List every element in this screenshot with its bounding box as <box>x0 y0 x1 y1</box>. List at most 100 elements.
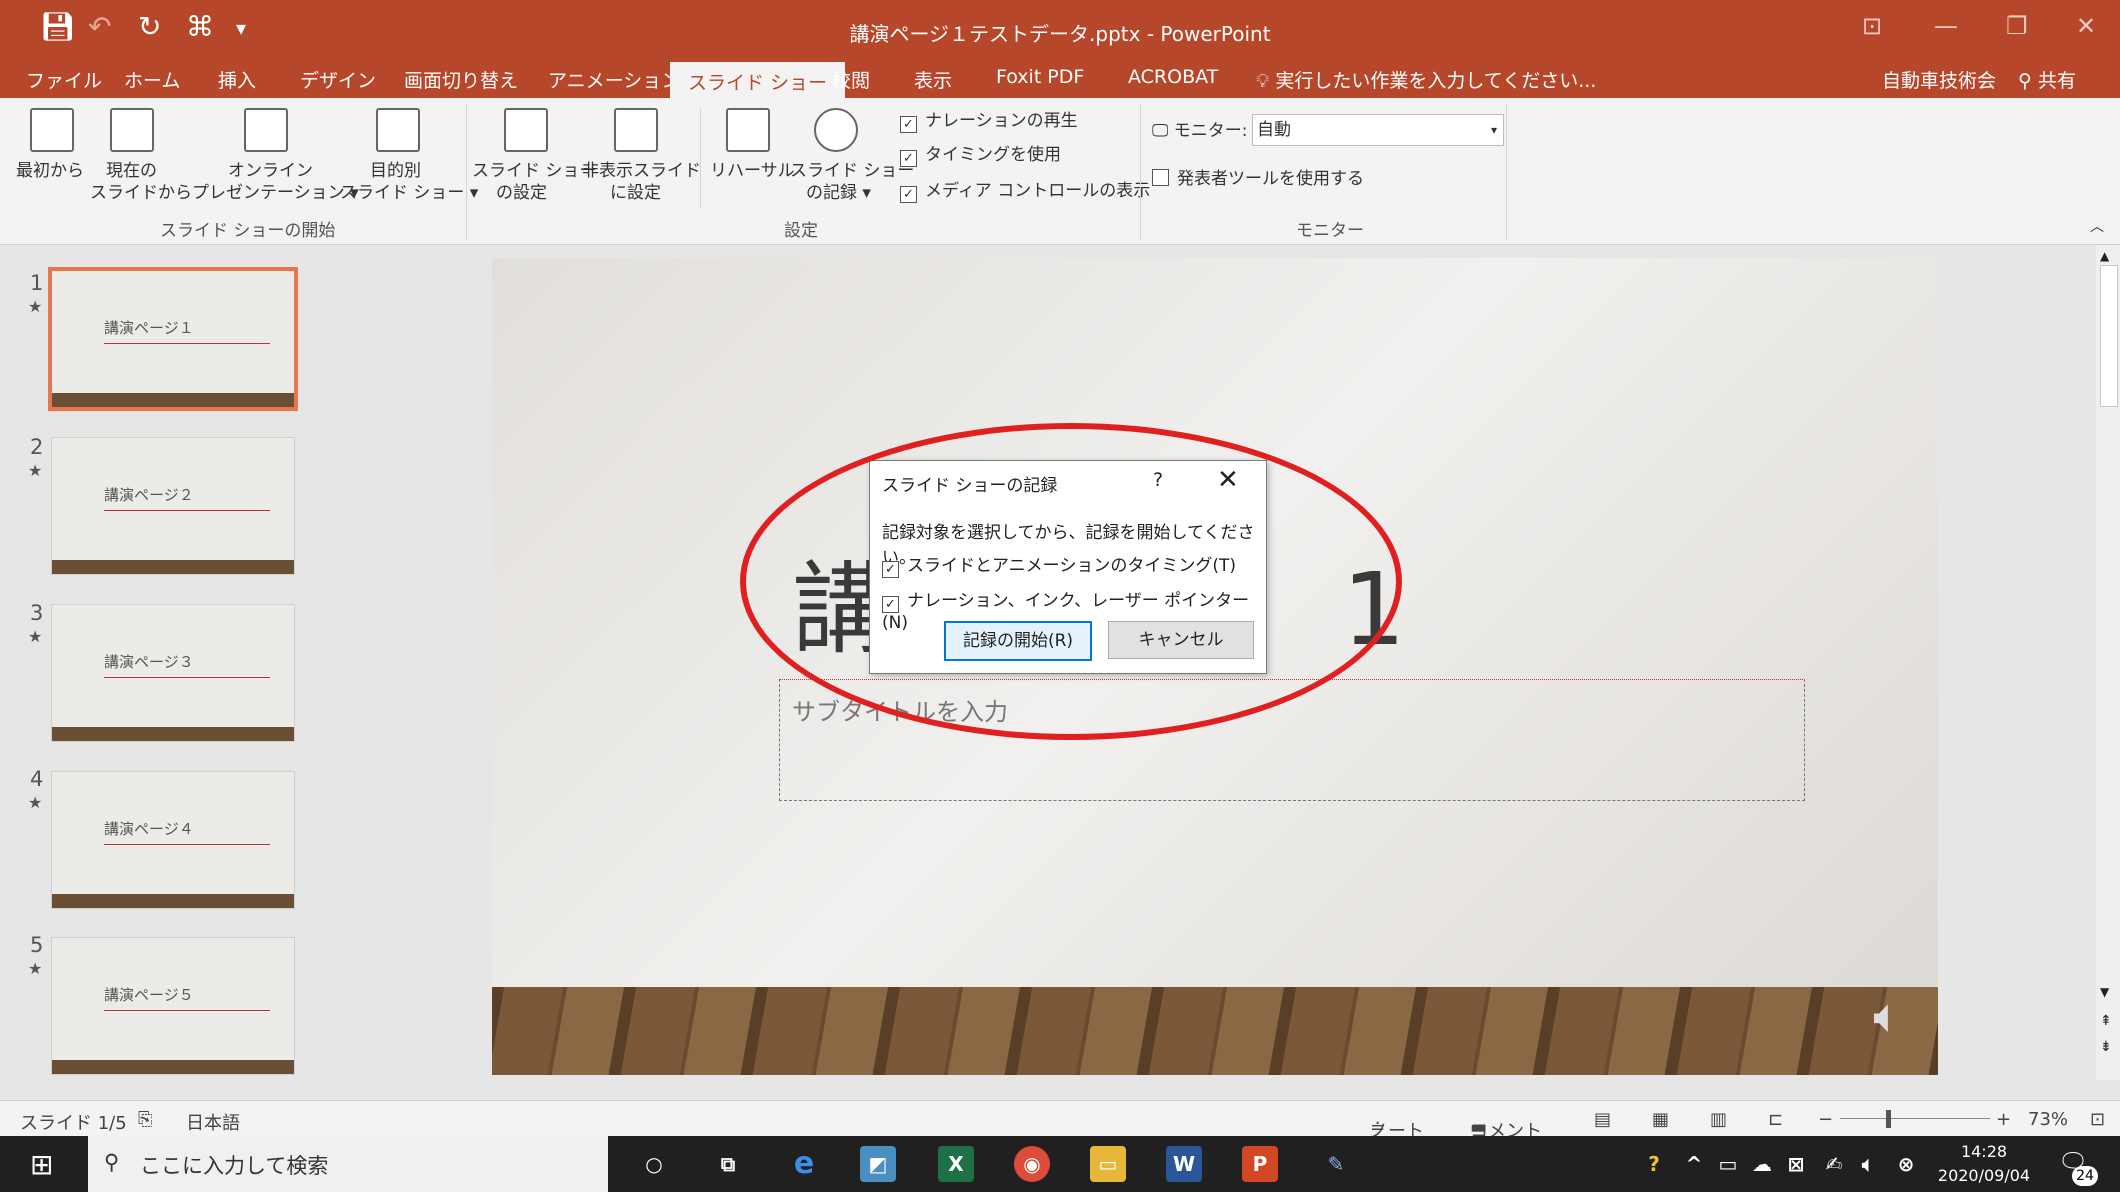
rehearse-icon[interactable] <box>726 108 770 152</box>
record-label-2[interactable]: の記録 ▾ <box>806 182 871 204</box>
subtitle-placeholder[interactable]: サブタイトルを入力 <box>779 679 1805 801</box>
battery-icon[interactable]: ▭ <box>1710 1146 1746 1182</box>
zoom-in-icon[interactable]: + <box>1996 1109 2011 1130</box>
app-icon[interactable]: ◩ <box>860 1146 896 1182</box>
online-present-icon[interactable] <box>244 108 288 152</box>
show-hidden-icons[interactable]: ^ <box>1676 1146 1712 1182</box>
from-beginning-button[interactable]: 最初から <box>16 160 84 182</box>
scroll-up-icon[interactable]: ▲ <box>2100 249 2109 263</box>
slideshow-view-icon[interactable]: ⊏ <box>1768 1109 1783 1130</box>
custom-label-1[interactable]: 目的別 <box>370 160 421 182</box>
zoom-level[interactable]: 73% <box>2028 1109 2068 1130</box>
previous-slide-icon[interactable]: ⇞ <box>2100 1013 2112 1029</box>
tab-review[interactable]: 校閲 <box>832 66 870 93</box>
onedrive-icon[interactable]: ☁ <box>1744 1146 1780 1182</box>
from-current-label-2[interactable]: スライドから <box>90 182 192 204</box>
word-icon[interactable]: W <box>1166 1146 1202 1182</box>
start-recording-button[interactable]: 記録の開始(R) <box>944 621 1092 661</box>
from-current-label-1[interactable]: 現在の <box>106 160 157 182</box>
close-button[interactable]: ✕ <box>2076 12 2096 40</box>
zoom-slider-handle[interactable] <box>1886 1110 1891 1128</box>
monitor-select[interactable]: 自動 ▾ <box>1252 114 1504 146</box>
play-narrations-checkbox[interactable]: ✓ ナレーションの再生 <box>900 110 1078 133</box>
tab-transitions[interactable]: 画面切り替え <box>404 66 518 93</box>
rehearse-button[interactable]: リハーサル <box>710 160 795 182</box>
setup-label-2[interactable]: の設定 <box>496 182 547 204</box>
ribbon-options-icon[interactable]: ⊡ <box>1862 12 1882 40</box>
timings-checkbox[interactable]: ✓ スライドとアニメーションのタイミング(T) <box>882 551 1236 578</box>
language-indicator[interactable]: 日本語 <box>186 1109 240 1135</box>
pen-icon[interactable]: ✍ <box>1816 1146 1852 1182</box>
zoom-out-icon[interactable]: − <box>1818 1109 1833 1130</box>
powerpoint-icon[interactable]: P <box>1242 1146 1278 1182</box>
hide-label-1[interactable]: 非表示スライド <box>582 160 701 182</box>
custom-show-icon[interactable] <box>376 108 420 152</box>
tab-insert[interactable]: 挿入 <box>218 66 256 93</box>
cortana-icon[interactable]: ○ <box>636 1146 672 1182</box>
chrome-icon[interactable]: ◉ <box>1014 1146 1050 1182</box>
ime-icon[interactable]: ⊗ <box>1888 1146 1924 1182</box>
slide-thumbnail[interactable]: 講演ページ２ <box>52 438 294 574</box>
person-icon: ⚲ <box>2018 70 2038 92</box>
presenter-view-checkbox[interactable]: 発表者ツールを使用する <box>1152 168 1364 190</box>
file-explorer-icon[interactable]: ▭ <box>1090 1146 1126 1182</box>
setup-show-icon[interactable] <box>504 108 548 152</box>
tab-file[interactable]: ファイル <box>26 66 102 93</box>
thumb-number: 4 <box>30 767 44 791</box>
record-label-1[interactable]: スライド ショー <box>790 160 914 182</box>
online-label-1[interactable]: オンライン <box>228 160 313 182</box>
use-timings-checkbox[interactable]: ✓ タイミングを使用 <box>900 144 1061 167</box>
help-button[interactable]: ? <box>1153 469 1163 491</box>
tab-view[interactable]: 表示 <box>914 66 952 93</box>
online-label-2[interactable]: プレゼンテーション ▾ <box>192 182 359 204</box>
media-controls-checkbox[interactable]: ✓ メディア コントロールの表示 <box>900 180 1150 203</box>
fit-slide-icon[interactable]: ⊡ <box>2090 1109 2105 1130</box>
dialog-close-button[interactable]: ✕ <box>1217 465 1239 495</box>
slide-sorter-icon[interactable]: ▦ <box>1652 1109 1669 1130</box>
task-view-icon[interactable]: ⧉ <box>710 1146 746 1182</box>
tab-home[interactable]: ホーム <box>124 66 180 93</box>
spellcheck-icon[interactable]: ⎘ <box>138 1109 152 1130</box>
tab-acrobat[interactable]: ACROBAT <box>1128 66 1218 88</box>
record-slideshow-dialog: スライド ショーの記録 ? ✕ 記録対象を選択してから、記録を開始してください。… <box>869 460 1267 674</box>
play-from-start-icon[interactable] <box>30 108 74 152</box>
cancel-button[interactable]: キャンセル <box>1108 621 1254 659</box>
minimize-button[interactable]: — <box>1934 12 1958 40</box>
slide-thumbnail[interactable]: 講演ページ３ <box>52 605 294 741</box>
windows-start-icon[interactable]: ⊞ <box>30 1148 53 1181</box>
paint-icon[interactable]: ✎ <box>1318 1146 1354 1182</box>
scroll-down-icon[interactable]: ▼ <box>2100 985 2109 999</box>
hide-label-2[interactable]: に設定 <box>610 182 661 204</box>
setup-label-1[interactable]: スライド ショー <box>472 160 596 182</box>
slide-thumbnail[interactable]: 講演ページ１ <box>52 271 294 407</box>
hide-slide-icon[interactable] <box>614 108 658 152</box>
slide-thumbnail[interactable]: 講演ページ５ <box>52 938 294 1074</box>
tell-me-input[interactable]: 💡︎ 実行したい作業を入力してください... <box>1256 66 1596 93</box>
collapse-ribbon-icon[interactable]: ︿ <box>2090 216 2104 238</box>
volume-icon[interactable]: 🔈︎ <box>1850 1146 1886 1182</box>
next-slide-icon[interactable]: ⇟ <box>2100 1039 2112 1055</box>
tab-design[interactable]: デザイン <box>300 66 376 93</box>
tab-foxit-pdf[interactable]: Foxit PDF <box>996 66 1084 88</box>
clock[interactable]: 14:28 2020/09/04 <box>1936 1140 2032 1188</box>
restore-button[interactable]: ❐ <box>2006 12 2028 40</box>
share-button[interactable]: ⚲ 共有 <box>2018 66 2076 93</box>
edge-icon[interactable]: e <box>786 1146 822 1182</box>
reading-view-icon[interactable]: ▥ <box>1710 1109 1727 1130</box>
help-tray-icon[interactable]: ? <box>1636 1146 1672 1182</box>
slide-thumbnail[interactable]: 講演ページ４ <box>52 772 294 908</box>
scroll-thumb[interactable] <box>2100 265 2118 407</box>
tab-animations[interactable]: アニメーション <box>548 66 680 93</box>
zoom-slider[interactable] <box>1840 1118 1990 1119</box>
taskbar-search[interactable]: ⚲ ここに入力して検索 <box>88 1136 608 1192</box>
excel-icon[interactable]: X <box>938 1146 974 1182</box>
account-name[interactable]: 自動車技術会 <box>1882 66 1996 93</box>
normal-view-icon[interactable]: ▤ <box>1594 1109 1611 1130</box>
network-icon[interactable]: ⊠ <box>1778 1146 1814 1182</box>
play-from-current-icon[interactable] <box>110 108 154 152</box>
window-title: 講演ページ１テストデータ.pptx - PowerPoint <box>849 22 1271 46</box>
record-show-icon[interactable] <box>814 108 858 152</box>
speaker-icon[interactable]: 🔈︎ <box>1873 988 1902 1045</box>
vertical-scrollbar[interactable]: ▲ ▼ ⇞ ⇟ <box>2096 245 2120 1080</box>
custom-label-2[interactable]: スライド ショー ▾ <box>340 182 478 204</box>
